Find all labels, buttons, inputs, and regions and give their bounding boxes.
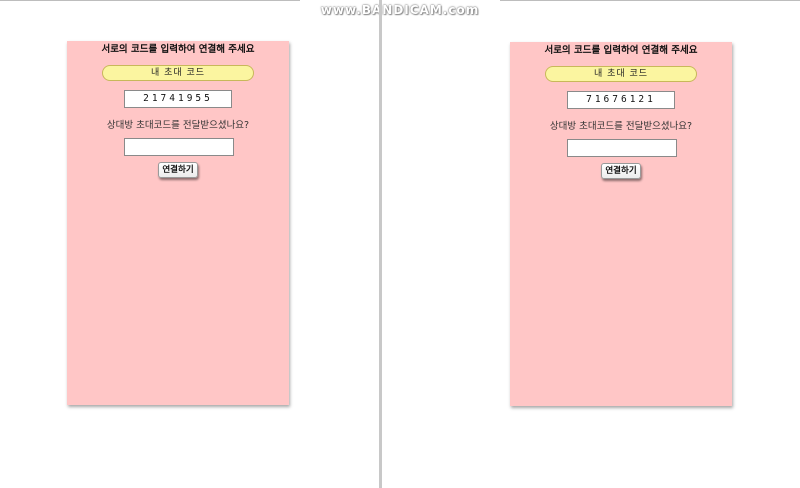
invite-card-right: 서로의 코드를 입력하여 연결해 주세요 내 초대 코드 71676121 상대… bbox=[510, 42, 732, 406]
card-title: 서로의 코드를 입력하여 연결해 주세요 bbox=[544, 45, 698, 56]
my-code-display: 71676121 bbox=[567, 91, 675, 109]
partner-code-input[interactable] bbox=[567, 139, 677, 157]
my-code-display: 21741955 bbox=[124, 90, 232, 108]
connect-button[interactable]: 연결하기 bbox=[158, 162, 198, 178]
connect-button[interactable]: 연결하기 bbox=[601, 163, 641, 179]
partner-code-prompt: 상대방 초대코드를 전달받으셨나요? bbox=[106, 120, 250, 131]
partner-code-prompt: 상대방 초대코드를 전달받으셨나요? bbox=[549, 121, 693, 132]
my-code-label: 내 초대 코드 bbox=[102, 65, 254, 81]
screen: www.BANDICAM.com 서로의 코드를 입력하여 연결해 주세요 내 … bbox=[0, 0, 800, 488]
left-pane: 서로의 코드를 입력하여 연결해 주세요 내 초대 코드 21741955 상대… bbox=[0, 0, 379, 488]
partner-code-input[interactable] bbox=[124, 138, 234, 156]
my-code-label: 내 초대 코드 bbox=[545, 66, 697, 82]
right-pane: 서로의 코드를 입력하여 연결해 주세요 내 초대 코드 71676121 상대… bbox=[382, 0, 800, 488]
card-title: 서로의 코드를 입력하여 연결해 주세요 bbox=[101, 44, 255, 55]
invite-card-left: 서로의 코드를 입력하여 연결해 주세요 내 초대 코드 21741955 상대… bbox=[67, 41, 289, 405]
